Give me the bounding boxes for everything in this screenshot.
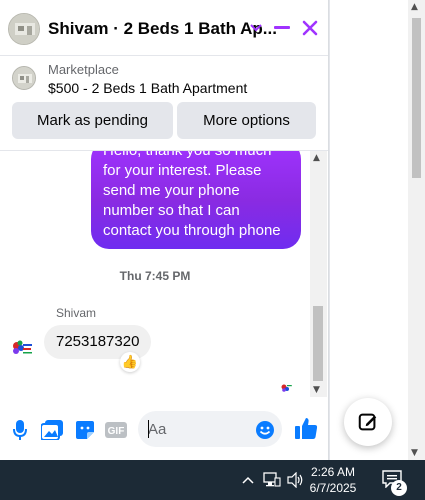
windows-taskbar: 2:26 AM 6/7/2025 2: [0, 460, 425, 500]
sticker-icon[interactable]: [73, 419, 97, 441]
clock-time: 2:26 AM: [310, 465, 356, 479]
gif-icon[interactable]: GIF: [105, 419, 127, 441]
like-icon[interactable]: [293, 417, 319, 439]
marketplace-label: Marketplace: [48, 62, 119, 77]
outgoing-message-line: send me your phone: [103, 182, 240, 199]
gif-label: GIF: [108, 426, 125, 437]
microphone-icon[interactable]: [8, 419, 32, 441]
thread-scroll-down-arrow-icon[interactable]: ▼: [313, 385, 320, 395]
scroll-up-arrow-icon[interactable]: ▲: [411, 2, 418, 12]
thumbs-up-reaction-icon[interactable]: 👍: [120, 352, 140, 372]
composer-bar: GIF: [0, 397, 328, 460]
scroll-down-arrow-icon[interactable]: ▼: [411, 448, 418, 458]
text-caret: [148, 420, 149, 438]
chat-header[interactable]: Shivam · 2 Beds 1 Bath Ap...: [0, 0, 328, 56]
chat-window: Shivam · 2 Beds 1 Bath Ap... Marketplace…: [0, 0, 329, 460]
outgoing-message-line: for your interest. Please: [103, 162, 262, 179]
sender-name: Shivam: [56, 306, 97, 320]
emoji-icon[interactable]: [253, 419, 277, 441]
listing-thumbnail[interactable]: [12, 66, 36, 90]
outgoing-message-line: Hello, thank you so much: [103, 151, 289, 161]
show-hidden-icons-chevron-icon[interactable]: [240, 471, 256, 489]
outgoing-message-line: number so that I can: [103, 202, 240, 219]
new-message-button[interactable]: [344, 398, 392, 446]
page-scroll-thumb[interactable]: [412, 18, 421, 178]
chevron-down-icon[interactable]: [246, 17, 266, 39]
outgoing-message-line: contact you through phone: [103, 222, 281, 239]
clock-date: 6/7/2025: [309, 481, 357, 495]
notification-count-badge: 2: [391, 480, 407, 496]
thread-scrollbar[interactable]: ▲ ▼: [310, 151, 327, 397]
thread-scroll-thumb[interactable]: [313, 306, 323, 381]
volume-icon[interactable]: [286, 471, 306, 489]
minimize-icon[interactable]: [272, 17, 292, 39]
thread-scroll-up-arrow-icon[interactable]: ▲: [313, 153, 320, 163]
photo-icon[interactable]: [40, 419, 64, 441]
marketplace-panel: Marketplace $500 - 2 Beds 1 Bath Apartme…: [0, 56, 328, 151]
network-icon[interactable]: [262, 471, 282, 489]
listing-title[interactable]: $500 - 2 Beds 1 Bath Apartment: [48, 80, 247, 96]
seen-indicator-avatar: [280, 381, 292, 393]
more-options-button[interactable]: More options: [177, 102, 316, 139]
close-icon[interactable]: [300, 17, 320, 39]
compose-icon: [358, 413, 377, 431]
page-scrollbar[interactable]: ▲ ▼: [408, 0, 425, 460]
chat-title[interactable]: Shivam · 2 Beds 1 Bath Ap...: [48, 19, 277, 39]
message-timestamp: Thu 7:45 PM: [119, 269, 191, 283]
mark-as-pending-button[interactable]: Mark as pending: [12, 102, 173, 139]
message-thread: Hello, thank you so much for your intere…: [0, 151, 328, 397]
outgoing-message-bubble[interactable]: Hello, thank you so much for your intere…: [91, 151, 301, 249]
chat-avatar[interactable]: [8, 13, 40, 45]
clock[interactable]: 2:26 AM 6/7/2025: [306, 464, 360, 496]
sender-avatar[interactable]: [10, 336, 34, 360]
page-divider: [329, 0, 330, 460]
